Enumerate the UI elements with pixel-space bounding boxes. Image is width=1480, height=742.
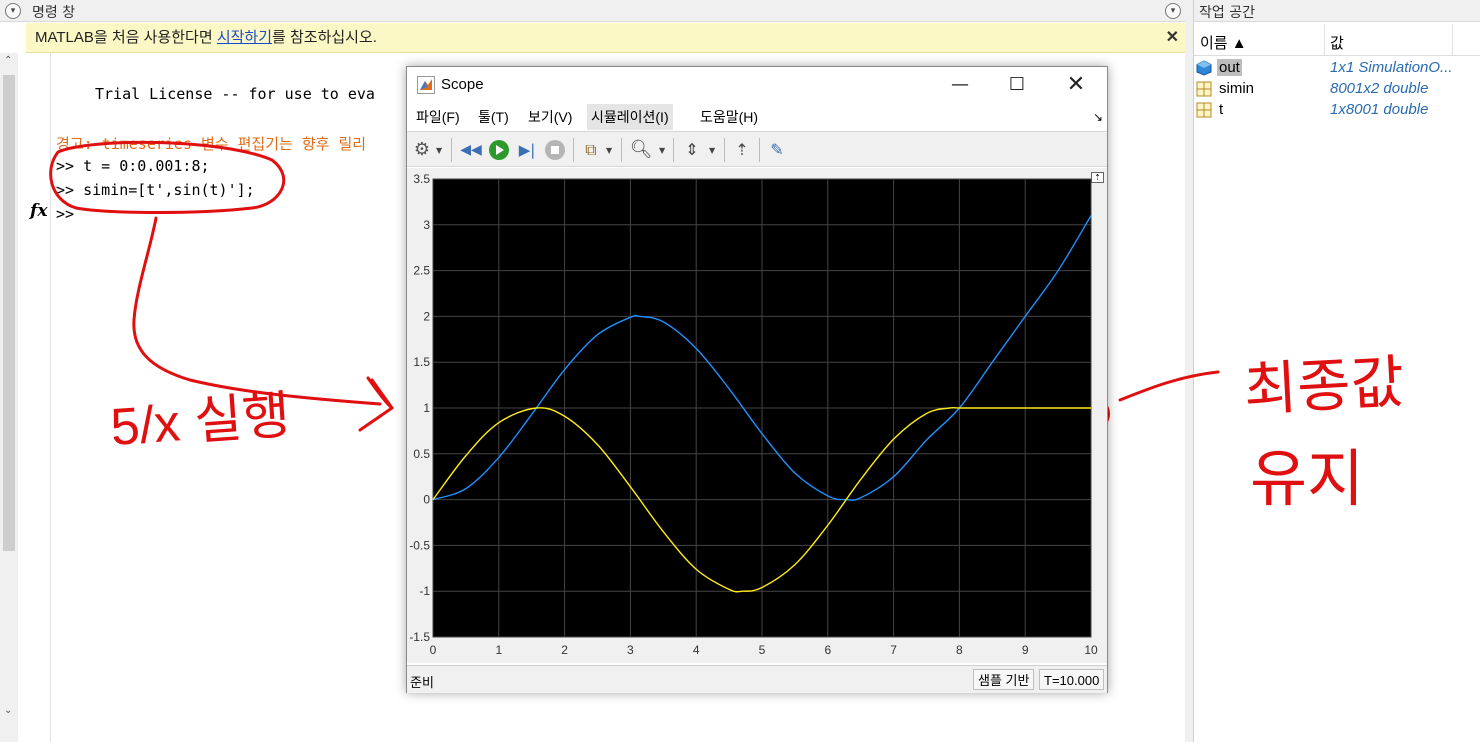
scope-plot-area: ⇡ -1.5 -1 -0.5 0 0.5 1 1.5 2 2.5 3 3.5 01234567891… bbox=[407, 168, 1107, 663]
y-tick-label: 1 bbox=[423, 401, 430, 415]
triggers-icon[interactable]: ⇡ bbox=[730, 138, 754, 162]
chevron-down-icon[interactable]: ▼ bbox=[709, 146, 715, 155]
x-tick-label: 5 bbox=[759, 643, 766, 657]
close-icon[interactable]: ✕ bbox=[1053, 71, 1099, 99]
status-sample-mode: 샘플 기반 bbox=[973, 669, 1035, 690]
annotation-right-label-1: 최종값 bbox=[1242, 350, 1405, 423]
scope-toolbar: ⚙ ▼ ◀◀ ▶| ⧉ ▼ 🔍︎ ▼ ⇕ ▼ ⇡ ✎ bbox=[407, 131, 1107, 167]
autoscale-icon[interactable]: ⇕ bbox=[680, 138, 704, 162]
menu-help[interactable]: 도움말(H) bbox=[696, 104, 762, 130]
y-tick-label: 3.5 bbox=[413, 172, 430, 186]
y-tick-labels: -1.5 -1 -0.5 0 0.5 1 1.5 2 2.5 3 3.5 bbox=[409, 172, 430, 644]
annotation-right-label-2: 유지 bbox=[1250, 445, 1364, 514]
annotation-left-label: 5/x 실행 bbox=[109, 387, 292, 457]
x-tick-label: 1 bbox=[495, 643, 502, 657]
menu-simulation[interactable]: 시뮬레이션(I) bbox=[587, 104, 673, 130]
x-tick-label: 10 bbox=[1084, 643, 1098, 657]
y-tick-label: 1.5 bbox=[413, 355, 430, 369]
menu-tools[interactable]: 툴(T) bbox=[474, 104, 513, 130]
menu-undock-icon[interactable]: ↘ bbox=[1089, 104, 1107, 130]
highlight-simulink-block-icon[interactable]: ⧉ bbox=[579, 138, 603, 162]
y-tick-label: 0.5 bbox=[413, 447, 430, 461]
menu-view[interactable]: 보기(V) bbox=[524, 104, 576, 130]
x-tick-label: 2 bbox=[561, 643, 568, 657]
zoom-icon[interactable]: 🔍︎ bbox=[629, 138, 653, 162]
y-tick-label: -0.5 bbox=[409, 538, 430, 552]
y-tick-label: 2 bbox=[423, 309, 430, 323]
minimize-icon[interactable]: — bbox=[937, 71, 983, 99]
chevron-down-icon[interactable]: ▼ bbox=[659, 146, 665, 155]
x-tick-labels: 0 1 2 3 4 5 6 7 8 9 10 bbox=[430, 643, 1098, 657]
x-tick-label: 7 bbox=[890, 643, 897, 657]
x-tick-label: 8 bbox=[956, 643, 963, 657]
y-tick-label: -1.5 bbox=[409, 630, 430, 644]
y-tick-label: -1 bbox=[419, 584, 430, 598]
step-back-icon[interactable]: ◀◀ bbox=[459, 138, 483, 162]
chevron-down-icon[interactable]: ▼ bbox=[436, 146, 442, 155]
chevron-down-icon[interactable]: ▼ bbox=[606, 146, 612, 155]
x-tick-label: 4 bbox=[693, 643, 700, 657]
y-tick-label: 2.5 bbox=[413, 264, 430, 278]
stop-icon[interactable] bbox=[543, 138, 567, 162]
annotation-loop-commands bbox=[49, 140, 286, 214]
status-ready: 준비 bbox=[410, 675, 434, 690]
scope-statusbar: 준비 샘플 기반 T=10.000 bbox=[407, 665, 1107, 693]
x-tick-label: 9 bbox=[1022, 643, 1029, 657]
matlab-logo-icon bbox=[417, 76, 435, 94]
scope-window: Scope — ☐ ✕ 파일(F) 툴(T) 보기(V) 시뮬레이션(I) 도움… bbox=[406, 66, 1108, 693]
run-icon[interactable] bbox=[487, 138, 511, 162]
y-tick-label: 3 bbox=[423, 218, 430, 232]
edit-properties-icon[interactable]: ✎ bbox=[765, 138, 789, 162]
scope-menubar: 파일(F) 툴(T) 보기(V) 시뮬레이션(I) 도움말(H) ↘ bbox=[407, 103, 1107, 131]
scope-titlebar[interactable]: Scope — ☐ ✕ bbox=[407, 67, 1107, 103]
x-tick-label: 6 bbox=[824, 643, 831, 657]
status-sim-time: T=10.000 bbox=[1039, 669, 1105, 690]
menu-file[interactable]: 파일(F) bbox=[412, 104, 464, 130]
annotation-line-final bbox=[1118, 370, 1220, 402]
scope-chart: -1.5 -1 -0.5 0 0.5 1 1.5 2 2.5 3 3.5 0 1 2 3 4 5 6 7 8 9 10 bbox=[409, 172, 1098, 657]
annotation-connector-line bbox=[132, 216, 382, 406]
x-tick-label: 3 bbox=[627, 643, 634, 657]
scope-title: Scope bbox=[441, 76, 484, 93]
step-forward-icon[interactable]: ▶| bbox=[515, 138, 539, 162]
y-tick-label: 0 bbox=[423, 493, 430, 507]
x-tick-label: 0 bbox=[430, 643, 437, 657]
maximize-icon[interactable]: ☐ bbox=[994, 71, 1040, 99]
settings-gear-icon[interactable]: ⚙ bbox=[411, 138, 433, 162]
